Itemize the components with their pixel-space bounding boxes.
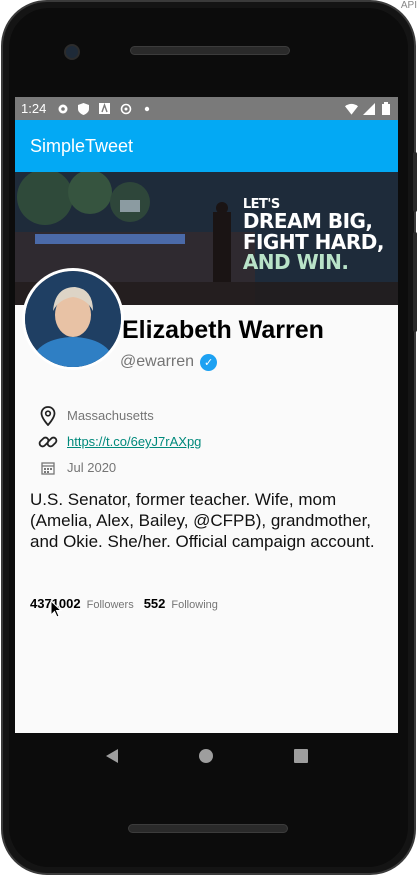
avatar-image — [25, 271, 121, 367]
handle-row: @ewarren ✓ — [120, 353, 324, 371]
banner-line-2: DREAM BIG, — [242, 209, 373, 234]
corner-label: API — [400, 0, 417, 11]
profile-name-block: Elizabeth Warren @ewarren ✓ — [120, 316, 324, 371]
followers-label[interactable]: Followers — [87, 599, 134, 611]
recents-button[interactable] — [286, 741, 316, 771]
app-bar: SimpleTweet — [15, 120, 398, 172]
avatar[interactable] — [22, 268, 124, 370]
profile-handle: @ewarren — [120, 353, 195, 370]
volume-button[interactable] — [413, 232, 417, 332]
a-icon — [98, 102, 111, 115]
status-time: 1:24 — [21, 101, 47, 116]
banner-line-4: AND WIN. — [242, 250, 349, 275]
profile-meta: Massachusetts https://t.co/6eyJ7rAXpg Ju… — [38, 403, 201, 481]
following-label: Following — [171, 599, 218, 611]
status-icons-left — [56, 102, 153, 115]
profile-joined-date: Jul 2020 — [67, 460, 117, 475]
profile-location: Massachusetts — [67, 408, 154, 423]
link-icon — [38, 432, 58, 452]
location-pin-icon — [38, 405, 58, 426]
profile-name: Elizabeth Warren — [122, 316, 324, 344]
status-bar: 1:24 — [15, 97, 398, 120]
profile-url-link[interactable]: https://t.co/6eyJ7rAXpg — [67, 434, 201, 449]
battery-icon — [379, 102, 392, 115]
status-icons-right — [345, 102, 392, 115]
signal-icon — [362, 102, 375, 115]
profile-bio: U.S. Senator, former teacher. Wife, mom … — [30, 490, 375, 551]
android-nav-bar — [15, 733, 398, 779]
back-button[interactable] — [97, 741, 127, 771]
banner-slogan: LET'S DREAM BIG, FIGHT HARD, AND WIN. — [242, 198, 385, 275]
power-button[interactable] — [413, 152, 417, 212]
calendar-icon — [38, 458, 58, 478]
top-speaker — [130, 46, 290, 55]
wifi-icon — [345, 102, 358, 115]
following-count[interactable]: 552 — [144, 596, 166, 611]
joined-row: Jul 2020 — [38, 455, 201, 480]
shield-icon — [77, 102, 90, 115]
url-row: https://t.co/6eyJ7rAXpg — [38, 429, 201, 454]
location-row: Massachusetts — [38, 403, 201, 428]
sync-icon — [119, 102, 132, 115]
verified-badge-icon: ✓ — [200, 353, 218, 371]
dot-icon — [140, 102, 153, 115]
mouse-cursor-icon — [50, 599, 63, 623]
bottom-speaker — [128, 824, 288, 833]
gear-icon — [56, 102, 69, 115]
front-camera — [64, 44, 80, 60]
app-title: SimpleTweet — [30, 135, 134, 156]
home-button[interactable] — [191, 741, 221, 771]
banner-line-3: FIGHT HARD, — [242, 229, 385, 254]
